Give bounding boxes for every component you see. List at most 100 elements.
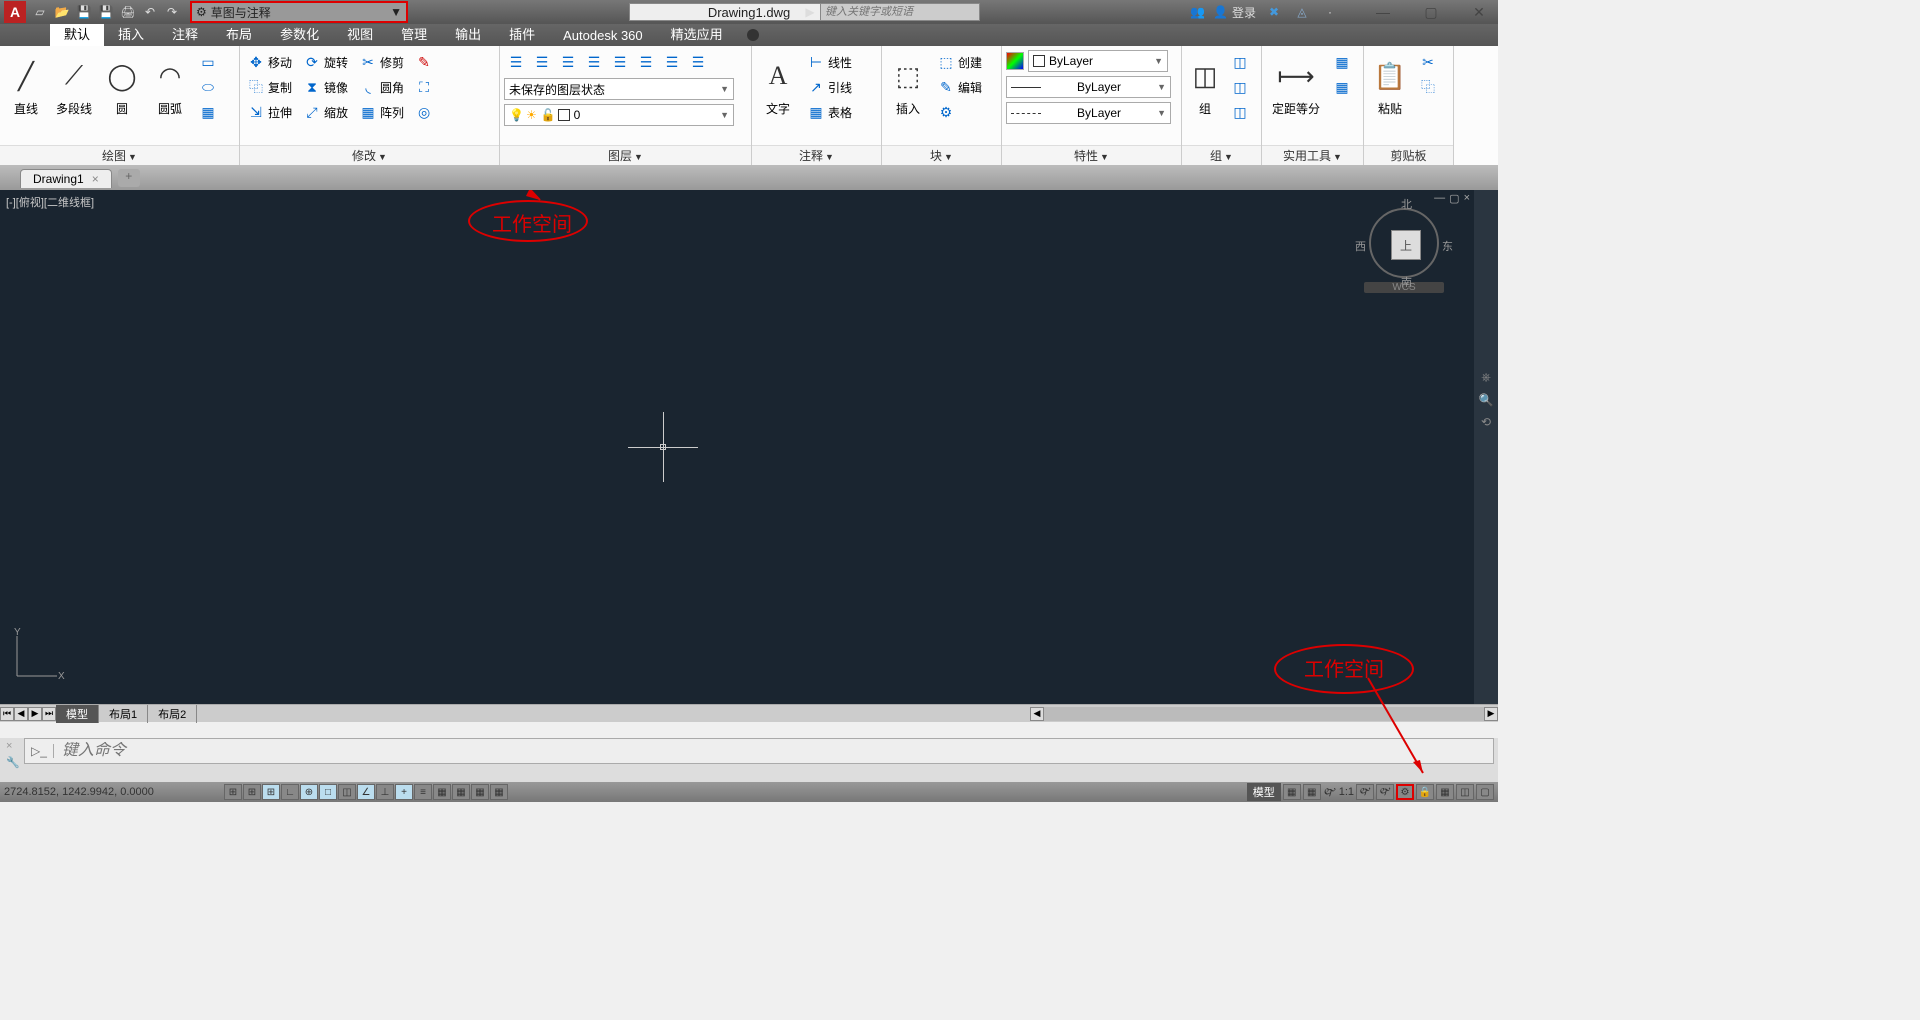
saveas-icon[interactable]: 💾 (96, 2, 116, 22)
panel-clipboard-title[interactable]: 剪贴板 (1364, 145, 1453, 165)
util1-button[interactable]: ▦ (1330, 50, 1354, 74)
status-osnap-button[interactable]: □ (319, 784, 337, 800)
layout-first-button[interactable]: ⏮ (0, 707, 14, 721)
status-ortho-button[interactable]: ∟ (281, 784, 299, 800)
status-workspace-button[interactable]: ⚙ (1396, 784, 1414, 800)
ellipse-button[interactable]: ⬭ (196, 75, 220, 99)
leader-button[interactable]: ↗引线 (804, 75, 856, 99)
status-lock-button[interactable]: 🔒 (1416, 784, 1434, 800)
status-dyn-button[interactable]: + (395, 784, 413, 800)
minimize-button[interactable]: — (1368, 4, 1398, 21)
group-button[interactable]: ◫组 (1186, 50, 1224, 117)
layout-prev-button[interactable]: ◀ (14, 707, 28, 721)
status-lwt-button[interactable]: ≡ (414, 784, 432, 800)
ribbon-expand-icon[interactable] (747, 29, 759, 41)
block-attr-button[interactable]: ⚙ (934, 100, 986, 124)
new-tab-button[interactable]: + (118, 169, 140, 187)
group-edit-button[interactable]: ◫ (1228, 75, 1252, 99)
app-icon[interactable]: A (4, 1, 26, 23)
hscrollbar[interactable] (1044, 707, 1484, 721)
tab-featured[interactable]: 精选应用 (657, 21, 737, 46)
create-block-button[interactable]: ⬚创建 (934, 50, 986, 74)
status-annoauto-button[interactable]: 🙰 (1376, 784, 1394, 800)
file-tab-drawing1[interactable]: Drawing1 × (20, 169, 112, 188)
status-space-button[interactable]: 模型 (1247, 783, 1281, 801)
layer-prop-button[interactable]: ☰ (504, 50, 528, 74)
status-tpy-button[interactable]: ▦ (433, 784, 451, 800)
layer-current-dropdown[interactable]: 💡 ☀ 🔓 0 ▼ (504, 104, 734, 126)
tab-insert[interactable]: 插入 (104, 21, 158, 46)
layer-freeze-button[interactable]: ☰ (556, 50, 580, 74)
tab-layout[interactable]: 布局 (212, 21, 266, 46)
search-input[interactable] (820, 3, 980, 21)
close-button[interactable]: ✕ (1464, 4, 1494, 21)
hatch-button[interactable]: ▦ (196, 100, 220, 124)
paste-button[interactable]: 📋粘贴 (1368, 50, 1412, 117)
match-prop-icon[interactable] (1006, 52, 1024, 70)
commandline[interactable]: ▷_ (24, 738, 1494, 764)
drawing-canvas[interactable]: [-][俯视][二维线框] — ▢ × YX 上 北 南 西 东 WCS 工作空… (0, 190, 1474, 704)
viewport-label[interactable]: [-][俯视][二维线框] (6, 194, 94, 210)
panel-draw-title[interactable]: 绘图▼ (0, 145, 239, 165)
layer-more2-button[interactable]: ☰ (660, 50, 684, 74)
util2-button[interactable]: ▦ (1330, 75, 1354, 99)
status-clean-button[interactable]: ▢ (1476, 784, 1494, 800)
text-button[interactable]: A文字 (756, 50, 800, 117)
status-qp-button[interactable]: ▦ (452, 784, 470, 800)
status-ducs-button[interactable]: ⊥ (376, 784, 394, 800)
close-tab-icon[interactable]: × (92, 172, 99, 186)
status-am-button[interactable]: ▦ (490, 784, 508, 800)
new-icon[interactable]: ▱ (30, 2, 50, 22)
panel-utilities-title[interactable]: 实用工具▼ (1262, 145, 1363, 165)
ungroup-button[interactable]: ◫ (1228, 50, 1252, 74)
cmdline-close-icon[interactable]: × (6, 740, 12, 752)
cut-button[interactable]: ✂ (1416, 50, 1440, 74)
cmdline-wrench-icon[interactable]: 🔧 (6, 756, 20, 769)
orbit-icon[interactable]: ⟲ (1481, 415, 1491, 429)
tab-manage[interactable]: 管理 (387, 21, 441, 46)
search-play-icon[interactable]: ▶ (800, 2, 820, 22)
vp-min-icon[interactable]: — (1434, 192, 1445, 205)
hscroll-right[interactable]: ▶ (1484, 707, 1498, 721)
panel-group-title[interactable]: 组▼ (1182, 145, 1261, 165)
tab-default[interactable]: 默认 (50, 21, 104, 46)
status-otrack-button[interactable]: ∠ (357, 784, 375, 800)
maximize-button[interactable]: ▢ (1416, 4, 1446, 21)
status-infer-button[interactable]: ⊞ (224, 784, 242, 800)
layer-more-button[interactable]: ☰ (634, 50, 658, 74)
tab-autodesk360[interactable]: Autodesk 360 (549, 25, 657, 46)
coords-display[interactable]: 2724.8152, 1242.9942, 0.0000 (4, 786, 224, 798)
layout-tab-layout2[interactable]: 布局2 (148, 705, 197, 723)
login-button[interactable]: 👤 登录 (1213, 4, 1256, 21)
status-qv2-button[interactable]: ▦ (1303, 784, 1321, 800)
status-qv-button[interactable]: ▦ (1283, 784, 1301, 800)
mirror-button[interactable]: ⧗镜像 (300, 75, 352, 99)
lineweight-dropdown[interactable]: ByLayer▼ (1006, 76, 1171, 98)
layout-next-button[interactable]: ▶ (28, 707, 42, 721)
save-icon[interactable]: 💾 (74, 2, 94, 22)
tab-output[interactable]: 输出 (441, 21, 495, 46)
panel-modify-title[interactable]: 修改▼ (240, 145, 499, 165)
status-3dosnap-button[interactable]: ◫ (338, 784, 356, 800)
tab-parametric[interactable]: 参数化 (266, 21, 333, 46)
panel-block-title[interactable]: 块▼ (882, 145, 1001, 165)
infocenter-icon[interactable]: 👥 (1190, 5, 1205, 19)
tab-plugins[interactable]: 插件 (495, 21, 549, 46)
linear-button[interactable]: ⊢线性 (804, 50, 856, 74)
line-button[interactable]: ╱直线 (4, 50, 48, 117)
status-sc-button[interactable]: ▦ (471, 784, 489, 800)
status-polar-button[interactable]: ⊕ (300, 784, 318, 800)
viewcube-top[interactable]: 上 (1391, 230, 1421, 260)
hscroll-left[interactable]: ◀ (1030, 707, 1044, 721)
layer-state-dropdown[interactable]: 未保存的图层状态▼ (504, 78, 734, 100)
layout-tab-layout1[interactable]: 布局1 (99, 705, 148, 723)
polyline-button[interactable]: ⟋多段线 (52, 50, 96, 117)
insert-block-button[interactable]: ⬚插入 (886, 50, 930, 117)
panel-layers-title[interactable]: 图层▼ (500, 145, 751, 165)
layout-last-button[interactable]: ⏭ (42, 707, 56, 721)
workspace-dropdown[interactable]: ⚙ 草图与注释 ▼ (190, 1, 408, 23)
group-bbox-button[interactable]: ◫ (1228, 100, 1252, 124)
linetype-dropdown[interactable]: ByLayer▼ (1006, 102, 1171, 124)
color-dropdown[interactable]: ByLayer▼ (1028, 50, 1168, 72)
print-icon[interactable]: 🖨 (118, 2, 138, 22)
